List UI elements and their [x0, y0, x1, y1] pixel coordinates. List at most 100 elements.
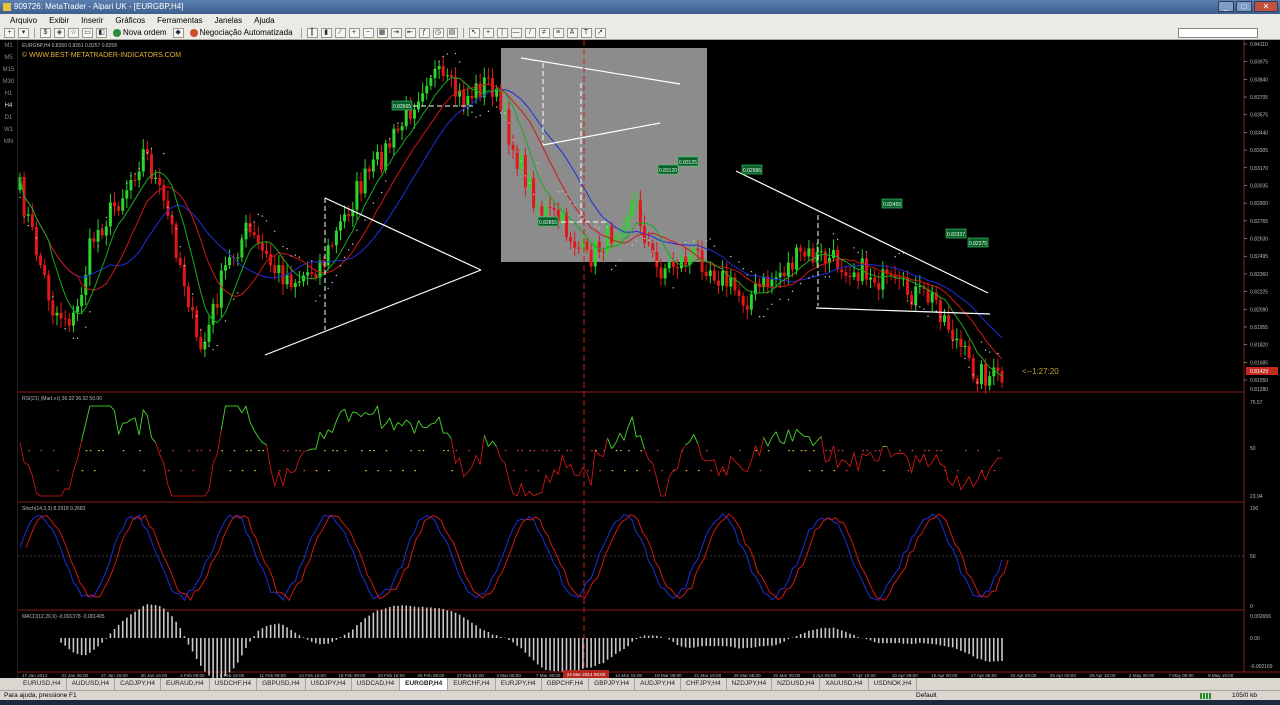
- rsi-dot: [591, 450, 593, 452]
- zoom-out-icon[interactable]: −: [362, 27, 374, 38]
- timeframe-m15[interactable]: M15: [0, 64, 17, 76]
- timeframe-h1[interactable]: H1: [0, 88, 17, 100]
- meta-editor-icon[interactable]: ◆: [172, 27, 184, 38]
- fibonacci-icon[interactable]: ≡: [552, 27, 564, 38]
- navigator-icon[interactable]: ☆: [68, 27, 79, 38]
- symbol-tab[interactable]: NZDUSD,H4: [772, 678, 821, 690]
- sar-dot: [791, 290, 794, 292]
- symbol-tab[interactable]: XAUUSD,H4: [820, 678, 869, 690]
- timeframe-d1[interactable]: D1: [0, 112, 17, 124]
- menu-view[interactable]: Exibir: [43, 16, 75, 25]
- chart-window[interactable]: 0.83565 0.82855 0.83125 0.83120 0.82986 0.824…: [18, 40, 1280, 678]
- new-chart-icon[interactable]: +: [4, 27, 15, 38]
- indicators-icon[interactable]: ƒ: [418, 27, 430, 38]
- timeframe-w1[interactable]: W1: [0, 124, 17, 136]
- timeframe-h4[interactable]: H4: [0, 100, 17, 112]
- label-icon[interactable]: T: [580, 27, 592, 38]
- symbol-tab[interactable]: AUDUSD,H4: [67, 678, 116, 690]
- text-icon[interactable]: A: [566, 27, 578, 38]
- timeframe-m5[interactable]: M5: [0, 52, 17, 64]
- menu-charts[interactable]: Gráficos: [109, 16, 151, 25]
- sar-dot: [237, 292, 239, 294]
- menu-window[interactable]: Janelas: [209, 16, 249, 25]
- symbol-tab[interactable]: GBPCHF,H4: [542, 678, 590, 690]
- auto-scroll-icon[interactable]: ⇥: [390, 27, 402, 38]
- rsi-bull-segment: [335, 411, 341, 422]
- symbol-tab[interactable]: USDNOK,H4: [869, 678, 918, 690]
- symbol-tab[interactable]: EURUSD,H4: [18, 678, 67, 690]
- level-tag-text: 0.82855: [539, 220, 557, 226]
- bar-chart-icon[interactable]: ┃: [306, 27, 318, 38]
- sar-dot: [573, 204, 576, 206]
- rsi-dot: [792, 450, 795, 452]
- rsi-dot: [788, 450, 790, 452]
- menu-file[interactable]: Arquivo: [4, 16, 43, 25]
- channel-icon[interactable]: ≠: [538, 27, 550, 38]
- maximize-button[interactable]: □: [1236, 1, 1252, 12]
- rsi-dot: [936, 450, 938, 452]
- chart-canvas[interactable]: 0.83565 0.82855 0.831250.83120 0.82986 0.824…: [18, 40, 1280, 678]
- strategy-tester-icon[interactable]: ◧: [96, 27, 107, 38]
- candle-body: [840, 269, 844, 273]
- menu-help[interactable]: Ajuda: [248, 16, 280, 25]
- symbol-tab[interactable]: USDJPY,H4: [306, 678, 352, 690]
- symbol-tab[interactable]: CADJPY,H4: [115, 678, 162, 690]
- periods-icon[interactable]: ◷: [432, 27, 444, 38]
- sar-dot: [512, 139, 514, 141]
- line-chart-icon[interactable]: ⁄: [334, 27, 346, 38]
- vertical-line-icon[interactable]: |: [496, 27, 508, 38]
- symbol-tab[interactable]: CHFJPY,H4: [681, 678, 727, 690]
- search-input[interactable]: [1178, 28, 1258, 38]
- tile-windows-icon[interactable]: ▦: [376, 27, 388, 38]
- sar-dot: [286, 248, 288, 250]
- sar-dot: [565, 193, 568, 196]
- candlestick-icon[interactable]: ▮: [320, 27, 332, 38]
- symbol-tab[interactable]: AUDJPY,H4: [635, 678, 681, 690]
- trendline-icon[interactable]: /: [524, 27, 536, 38]
- rsi-dot: [369, 450, 371, 452]
- rsi-dot: [303, 470, 306, 472]
- horizontal-line-icon[interactable]: —: [510, 27, 522, 38]
- symbol-tab[interactable]: USDCAD,H4: [352, 678, 401, 690]
- sar-dot: [471, 111, 473, 113]
- market-watch-icon[interactable]: $: [40, 27, 51, 38]
- rsi-bull-segment: [792, 429, 797, 442]
- close-button[interactable]: ✕: [1254, 1, 1278, 12]
- sar-dot: [610, 268, 613, 271]
- symbol-tab[interactable]: EURJPY,H4: [496, 678, 542, 690]
- arrows-icon[interactable]: ↗: [594, 27, 606, 38]
- new-order-button[interactable]: Nova ordem: [110, 28, 170, 37]
- timeframe-m1[interactable]: M1: [0, 40, 17, 52]
- profiles-icon[interactable]: ▾: [18, 27, 29, 38]
- autotrading-button[interactable]: Negociação Automatizada: [187, 28, 296, 37]
- timeframe-m30[interactable]: M30: [0, 76, 17, 88]
- symbol-tab[interactable]: NZDJPY,H4: [727, 678, 773, 690]
- crosshair-icon[interactable]: +: [482, 27, 494, 38]
- sar-dot: [495, 106, 498, 108]
- candle-body: [55, 312, 59, 316]
- sar-dot: [709, 238, 711, 240]
- chart-shift-icon[interactable]: ⇤: [404, 27, 416, 38]
- menu-insert[interactable]: Inserir: [75, 16, 109, 25]
- symbol-tab[interactable]: EURGBP,H4: [400, 678, 449, 690]
- symbol-tab[interactable]: GBPUSD,H4: [257, 678, 306, 690]
- sar-dot: [927, 315, 929, 317]
- symbol-tab[interactable]: EURCHF,H4: [448, 678, 496, 690]
- stoch-main-line: [19, 513, 1003, 602]
- terminal-icon[interactable]: ▭: [82, 27, 93, 38]
- minimize-button[interactable]: _: [1218, 1, 1234, 12]
- zoom-in-icon[interactable]: +: [348, 27, 360, 38]
- symbol-tab[interactable]: USDCHF,H4: [210, 678, 258, 690]
- rsi-bull-segment: [327, 429, 333, 433]
- symbol-tab[interactable]: EURAUD,H4: [161, 678, 210, 690]
- rsi-dot: [997, 450, 1000, 452]
- candle-body: [244, 222, 248, 240]
- data-window-icon[interactable]: ◈: [54, 27, 65, 38]
- symbol-tab[interactable]: GBPJPY,H4: [589, 678, 636, 690]
- candle-body: [523, 155, 527, 188]
- timeframe-mn[interactable]: MN: [0, 136, 17, 148]
- cursor-icon[interactable]: ↖: [468, 27, 480, 38]
- rsi-bull-segment: [340, 408, 345, 413]
- menu-tools[interactable]: Ferramentas: [151, 16, 208, 25]
- templates-icon[interactable]: ▤: [446, 27, 458, 38]
